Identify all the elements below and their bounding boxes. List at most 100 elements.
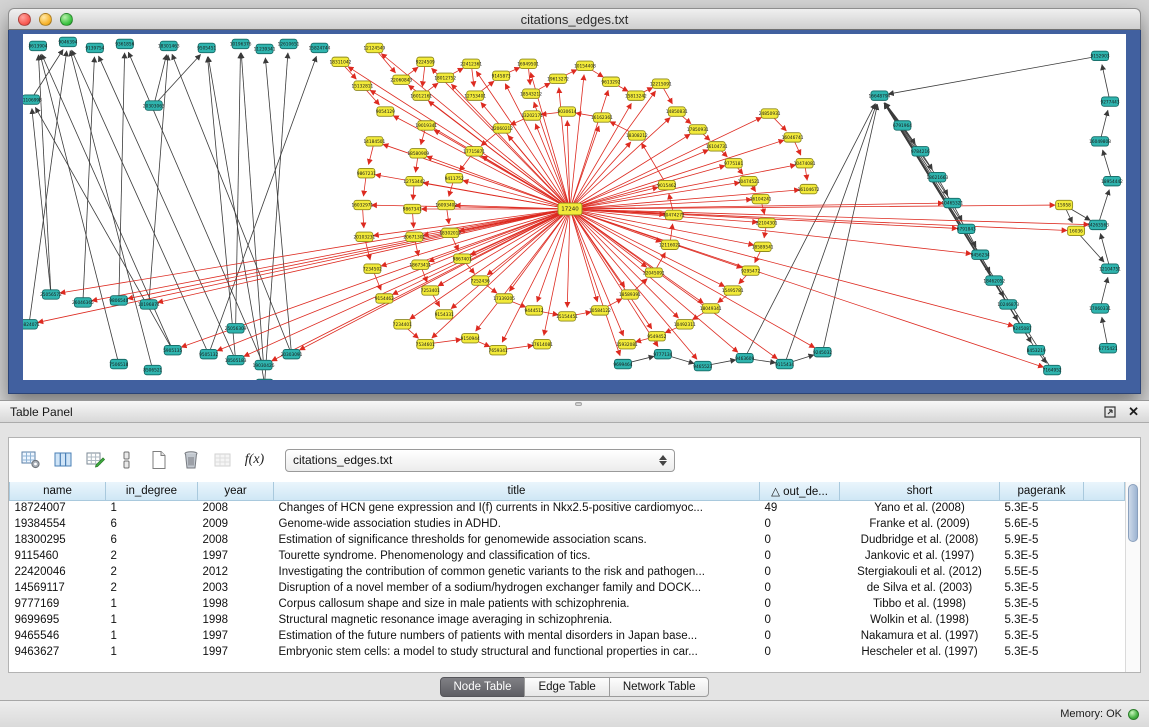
- graph-node[interactable]: 22104301: [756, 218, 778, 227]
- graph-edge[interactable]: [885, 103, 938, 177]
- graph-edge[interactable]: [70, 51, 153, 370]
- table-row[interactable]: 969969511998Structural magnetic resonanc…: [10, 612, 1125, 628]
- graph-node[interactable]: 9806540: [109, 296, 128, 305]
- graph-node[interactable]: 7164952: [1043, 365, 1062, 374]
- graph-node[interactable]: 15932081: [616, 339, 638, 348]
- graph-hub-node[interactable]: 17240: [558, 203, 582, 215]
- graph-node[interactable]: 9152903: [1091, 51, 1110, 60]
- graph-edge[interactable]: [570, 150, 708, 209]
- graph-edge[interactable]: [207, 57, 235, 360]
- graph-node[interactable]: 10246873: [997, 300, 1019, 309]
- graph-node[interactable]: 9784216: [911, 147, 930, 156]
- graph-node[interactable]: 20303063: [143, 101, 165, 110]
- graph-node[interactable]: 15132811: [352, 81, 374, 90]
- float-panel-icon[interactable]: [1104, 406, 1116, 418]
- graph-node[interactable]: 12753442: [403, 176, 425, 185]
- graph-node[interactable]: 18589541: [752, 242, 774, 251]
- table-row[interactable]: 911546021997Tourette syndrome. Phenomeno…: [10, 548, 1125, 564]
- edit-table-icon[interactable]: [81, 447, 108, 474]
- graph-node[interactable]: 14850831: [666, 107, 688, 116]
- graph-node[interactable]: 9867341: [403, 204, 422, 213]
- graph-node[interactable]: 18589391: [619, 290, 641, 299]
- column-header-pagerank[interactable]: pagerank: [1000, 482, 1084, 500]
- graph-node[interactable]: 9145873: [492, 71, 511, 80]
- graph-node[interactable]: 16104672: [798, 184, 820, 193]
- graph-node[interactable]: 8613904: [28, 41, 47, 50]
- graph-node[interactable]: 17614081: [531, 339, 553, 348]
- function-builder-icon[interactable]: f(x): [241, 447, 268, 474]
- graph-edge[interactable]: [217, 209, 570, 351]
- graph-node[interactable]: 16949501: [517, 59, 539, 68]
- graph-node[interactable]: 10474081: [794, 159, 816, 168]
- create-column-icon[interactable]: [145, 447, 172, 474]
- graph-node[interactable]: 9463609: [735, 353, 754, 362]
- graph-edge[interactable]: [888, 56, 1100, 94]
- graph-node[interactable]: 9139754: [85, 43, 104, 52]
- graph-node[interactable]: 10196874: [138, 300, 160, 309]
- graph-node[interactable]: 19613272: [547, 74, 569, 83]
- graph-node[interactable]: 24850931: [759, 109, 781, 118]
- graph-node[interactable]: 9150944: [461, 334, 480, 343]
- graph-node[interactable]: 18462052: [983, 276, 1005, 285]
- graph-node[interactable]: 16648794: [869, 91, 891, 100]
- table-scrollbar[interactable]: [1125, 482, 1140, 672]
- graph-edge[interactable]: [299, 209, 570, 350]
- graph-node[interactable]: 26046365: [72, 298, 94, 307]
- graph-edge[interactable]: [29, 51, 67, 325]
- graph-edge[interactable]: [241, 53, 263, 365]
- graph-node[interactable]: 18621663: [926, 172, 948, 181]
- graph-node[interactable]: 22060843: [390, 75, 412, 84]
- graph-node[interactable]: 9030614: [557, 107, 576, 116]
- graph-node[interactable]: 9115434: [775, 359, 794, 368]
- graph-node[interactable]: 18301463: [158, 41, 180, 50]
- graph-node[interactable]: 19019341: [415, 121, 437, 130]
- graph-edge[interactable]: [823, 104, 878, 352]
- graph-edge[interactable]: [570, 209, 658, 347]
- graph-node[interactable]: 9154462: [375, 294, 394, 303]
- graph-edge[interactable]: [265, 53, 288, 380]
- graph-node[interactable]: 9456234: [971, 250, 990, 259]
- graph-edge[interactable]: [570, 205, 1055, 209]
- graph-edge[interactable]: [570, 209, 620, 356]
- graph-node[interactable]: 25056572: [40, 290, 62, 299]
- graph-node[interactable]: 16032971: [352, 200, 374, 209]
- graph-node[interactable]: 12753401: [464, 91, 486, 100]
- graph-node[interactable]: 5905135: [163, 345, 182, 354]
- graph-node[interactable]: 9277443: [1101, 97, 1120, 106]
- graph-node[interactable]: 20303091: [281, 349, 303, 358]
- graph-node[interactable]: 18543212: [520, 89, 542, 98]
- graph-node[interactable]: 13202171: [521, 111, 543, 120]
- scrollbar-thumb[interactable]: [1128, 484, 1138, 542]
- graph-node[interactable]: 9224509: [416, 57, 435, 66]
- graph-node[interactable]: 9295472: [741, 266, 760, 275]
- graph-edge[interactable]: [570, 134, 690, 209]
- graph-node[interactable]: 20671301: [403, 232, 425, 241]
- graph-edge[interactable]: [72, 50, 209, 354]
- graph-node[interactable]: 18049341: [700, 304, 722, 313]
- column-header-name[interactable]: name: [10, 482, 106, 500]
- graph-node[interactable]: 16162361: [591, 113, 613, 122]
- graph-edge[interactable]: [1100, 234, 1110, 269]
- graph-node[interactable]: 16104241: [750, 194, 772, 203]
- graph-node[interactable]: 6791843: [957, 224, 976, 233]
- graph-node[interactable]: 16036: [1068, 226, 1085, 235]
- graph-node[interactable]: 17850931: [687, 125, 709, 134]
- graph-node[interactable]: 10584122: [589, 306, 611, 315]
- graph-node[interactable]: 10474271: [663, 210, 685, 219]
- tab-edge-table[interactable]: Edge Table: [524, 677, 609, 697]
- graph-node[interactable]: 9506534: [255, 379, 274, 380]
- graph-node[interactable]: 9867401: [453, 254, 472, 263]
- graph-node[interactable]: 10492311: [674, 320, 696, 329]
- graph-node[interactable]: 9775181: [724, 159, 743, 168]
- column-header-in_degree[interactable]: in_degree: [106, 482, 198, 500]
- graph-node[interactable]: 7506518: [109, 359, 128, 368]
- delete-columns-icon[interactable]: [177, 447, 204, 474]
- graph-edge[interactable]: [40, 55, 119, 364]
- graph-node[interactable]: 9444512: [525, 306, 544, 315]
- graph-node[interactable]: 19030426: [253, 360, 275, 369]
- graph-node[interactable]: 15824071: [23, 320, 40, 329]
- graph-edge[interactable]: [209, 56, 317, 354]
- tab-network-table[interactable]: Network Table: [609, 677, 710, 697]
- tab-node-table[interactable]: Node Table: [440, 677, 526, 697]
- graph-edge[interactable]: [570, 209, 647, 267]
